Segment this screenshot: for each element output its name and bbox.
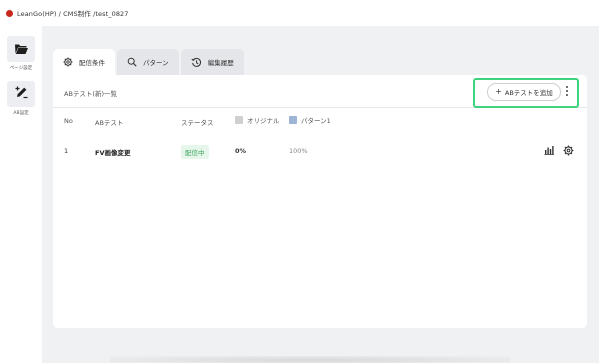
column-header-no: No	[64, 117, 73, 125]
table-row[interactable]: 1 FV画像変更 配信中 0% 100%	[53, 145, 587, 159]
tab-label: 編集履歴	[207, 59, 234, 67]
column-header-abtest: ABテスト	[95, 119, 124, 127]
sidebar: ページ設定 AB設定	[0, 26, 42, 363]
search-icon	[127, 57, 137, 67]
breadcrumb[interactable]: LeanGo(HP) / CMS制作 /test_0827	[17, 8, 129, 18]
add-button-label: ABテストを追加	[504, 89, 553, 97]
settings-gear-icon[interactable]	[563, 145, 574, 158]
tab-delivery-conditions[interactable]: 配信条件	[53, 49, 115, 75]
legend-swatch-original	[235, 116, 243, 124]
ab-test-list-card: ABテスト(新)一覧 + ABテストを追加 No ABテスト ステータス オリジ…	[53, 75, 587, 328]
sidebar-item-page-settings[interactable]: ページ設定	[4, 36, 38, 71]
row-no: 1	[64, 147, 69, 155]
row-ab-test-name[interactable]: FV画像変更	[95, 147, 130, 157]
card-header: ABテスト(新)一覧 + ABテストを追加	[53, 75, 587, 108]
folder-open-icon	[14, 40, 29, 59]
bottom-shadow	[110, 356, 510, 363]
column-header-status: ステータス	[181, 119, 214, 127]
app-logo	[6, 9, 13, 17]
sidebar-item-ab-settings[interactable]: AB設定	[4, 81, 38, 116]
sidebar-item-label: AB設定	[13, 111, 29, 116]
legend-original: オリジナル	[235, 115, 280, 125]
sidebar-tile[interactable]	[7, 36, 35, 62]
table-header: No ABテスト ステータス オリジナル パターン1	[53, 115, 587, 129]
bar-chart-icon[interactable]	[544, 145, 554, 157]
legend-swatch-pattern	[289, 116, 297, 124]
status-badge: 配信中	[181, 145, 209, 159]
row-original-percentage: 0%	[235, 147, 247, 155]
sidebar-tile[interactable]	[7, 81, 35, 107]
card-title: ABテスト(新)一覧	[64, 90, 117, 98]
legend-label-original: オリジナル	[247, 117, 280, 125]
more-menu-icon[interactable]	[563, 84, 571, 98]
tab-label: 配信条件	[79, 59, 105, 67]
legend-pattern: パターン1	[289, 115, 331, 125]
tab-bar: 配信条件 パターン 編集履歴	[53, 49, 246, 75]
history-icon	[191, 57, 202, 68]
row-pattern-percentage: 100%	[289, 147, 308, 155]
tab-label: パターン	[143, 59, 169, 67]
sidebar-item-label: ページ設定	[9, 66, 33, 71]
plus-icon: +	[495, 87, 502, 96]
tab-patterns[interactable]: パターン	[117, 49, 179, 75]
top-bar: LeanGo(HP) / CMS制作 /test_0827	[0, 0, 599, 26]
edit-pencil-icon	[14, 85, 29, 104]
gear-icon	[63, 57, 73, 67]
tab-edit-history[interactable]: 編集履歴	[180, 49, 244, 75]
add-ab-test-button[interactable]: + ABテストを追加	[487, 83, 561, 101]
legend-label-pattern: パターン1	[301, 117, 331, 125]
